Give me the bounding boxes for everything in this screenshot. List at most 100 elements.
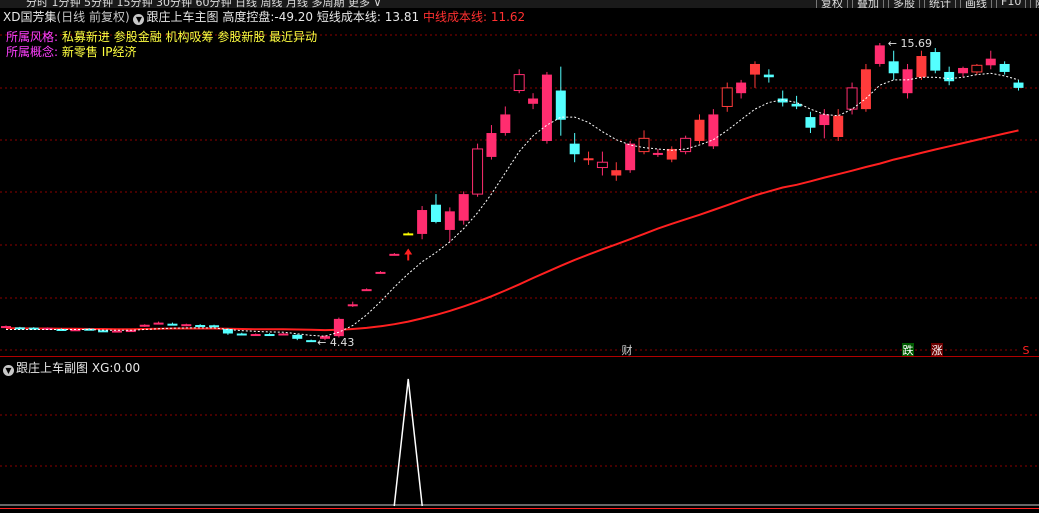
candle: [860, 63, 871, 112]
candle-body: [860, 69, 871, 110]
candle-body: [528, 98, 539, 104]
candle-body: [846, 87, 858, 110]
xg-value: 0.00: [113, 361, 141, 375]
candle-body: [292, 334, 303, 339]
candle: [638, 130, 650, 155]
candle: [472, 143, 484, 197]
candle-body: [513, 74, 525, 92]
height-control-value: -49.20: [274, 10, 314, 24]
candle: [721, 82, 733, 112]
candle: [763, 69, 774, 83]
candle-body: [555, 90, 566, 120]
high-price-label: ← 15.69: [888, 37, 932, 50]
sell-marker-text: S: [1023, 344, 1030, 357]
candle: [569, 133, 580, 163]
candle: [209, 324, 220, 328]
candle: [555, 66, 566, 136]
candle-body: [930, 52, 941, 71]
candle: [111, 330, 122, 333]
candle-body: [625, 143, 636, 171]
chevron-down-icon[interactable]: ▼: [3, 365, 14, 376]
candle-body: [736, 82, 747, 94]
candle-body: [209, 325, 220, 328]
candle: [944, 66, 955, 86]
candle-body: [888, 61, 899, 74]
candle-body: [652, 152, 663, 155]
candle-body: [361, 289, 372, 292]
candle-body: [306, 340, 317, 343]
candle-body: [611, 170, 622, 176]
candle-body: [999, 63, 1010, 72]
kline-chart[interactable]: ← 15.69 ← 4.43 财 跌 涨 S: [0, 0, 1039, 513]
candle: [833, 109, 844, 141]
candle: [306, 339, 317, 343]
candle-body: [472, 148, 484, 195]
candle-body: [278, 333, 289, 336]
candle-body: [1, 326, 11, 329]
candle-body: [680, 137, 692, 153]
candle: [930, 48, 941, 74]
candle: [236, 332, 247, 336]
candle: [888, 50, 899, 80]
candle: [458, 191, 469, 225]
candle: [417, 206, 428, 240]
candle-body: [111, 330, 122, 333]
short-cost-value: 13.81: [384, 10, 420, 24]
chevron-down-icon[interactable]: ▼: [133, 14, 145, 25]
concept-label: 所属概念:: [6, 45, 59, 59]
candle-body: [430, 204, 441, 222]
candle-body: [791, 103, 802, 107]
candle: [611, 162, 622, 181]
candle: [153, 321, 164, 325]
candle: [403, 232, 414, 236]
candle-body: [458, 194, 469, 221]
main-chart-header: XD国芳集(日线 前复权) ▼ 跟庄上车主图 高度控盘:-49.20 短线成本线:…: [3, 10, 525, 25]
candle: [694, 114, 705, 144]
mid-cost-value: 11.62: [490, 10, 526, 24]
candle-body: [486, 133, 497, 157]
candle: [652, 148, 663, 157]
candle-body: [819, 114, 830, 126]
candle-body: [749, 63, 760, 75]
candle-body: [985, 58, 996, 66]
candle-body: [805, 117, 816, 128]
candle-body: [139, 324, 150, 327]
candle: [916, 50, 927, 80]
candle: [958, 66, 969, 78]
concept-info: 所属概念: 新零售 IP经济: [6, 45, 136, 59]
candle-body: [541, 74, 552, 141]
candle-body: [694, 119, 705, 141]
sub-indicator-name[interactable]: 跟庄上车副图: [16, 361, 88, 375]
main-indicator-name[interactable]: 跟庄上车主图: [146, 10, 218, 24]
candle: [347, 301, 358, 307]
stock-name[interactable]: XD国芳集: [3, 10, 56, 24]
candle-body: [944, 71, 955, 82]
style-label: 所属风格:: [6, 30, 59, 44]
candle: [139, 324, 150, 327]
candle-body: [638, 137, 650, 153]
sell-marker: S: [1020, 343, 1032, 357]
candle: [250, 333, 261, 337]
candle-body: [195, 325, 206, 328]
candle-body: [333, 318, 344, 337]
candle-body: [721, 87, 733, 107]
period-mode: (日线 前复权): [56, 10, 130, 24]
candle: [375, 271, 386, 274]
mid-cost-label: 中线成本线:: [422, 10, 487, 24]
xg-label: XG:: [91, 361, 114, 375]
candle-body: [153, 322, 164, 325]
candle-body: [236, 333, 247, 336]
candle: [278, 332, 289, 336]
candle: [1, 325, 11, 329]
candle-body: [763, 74, 774, 78]
candle-body: [181, 324, 192, 327]
candle-body: [874, 45, 885, 64]
candle: [999, 61, 1010, 75]
candle: [902, 63, 913, 99]
candle: [361, 288, 372, 292]
xg-signal-spike: [393, 378, 423, 507]
candle-body: [833, 115, 844, 138]
candle: [513, 69, 525, 94]
fall-marker: 跌: [902, 343, 914, 357]
candle: [444, 207, 455, 242]
